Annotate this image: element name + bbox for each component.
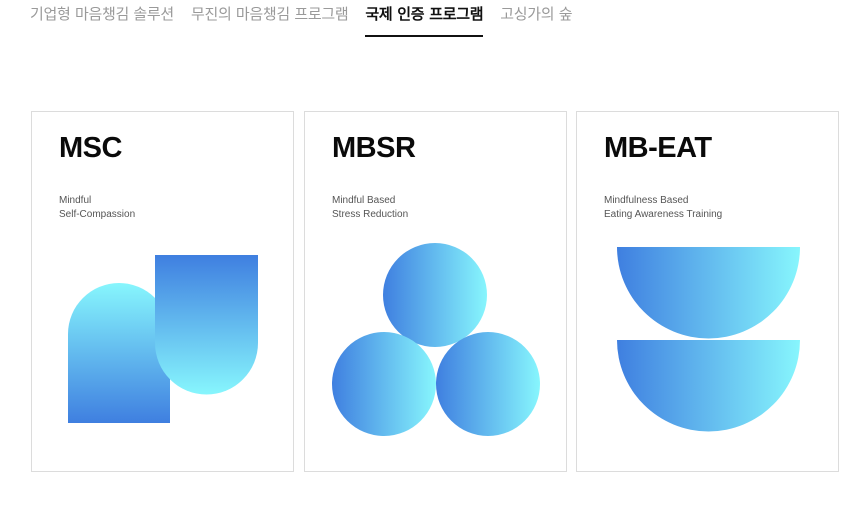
circle-top [383, 243, 487, 347]
arch-shape [68, 283, 170, 423]
door-shape [155, 255, 258, 395]
tab-mujin-program[interactable]: 무진의 마음챙김 프로그램 [191, 0, 349, 28]
bowl-top [617, 247, 800, 339]
tab-gosinga-forest[interactable]: 고싱가의 숲 [500, 0, 572, 28]
bowl-bottom [617, 340, 800, 432]
tab-international-certification[interactable]: 국제 인증 프로그램 [365, 0, 484, 37]
circle-bottom-right [436, 332, 540, 436]
msc-illustration [68, 255, 258, 423]
circle-bottom-left [332, 332, 436, 436]
program-card-mb-eat[interactable]: MB-EAT Mindfulness Based Eating Awarenes… [576, 111, 839, 472]
mb-eat-illustration [617, 247, 800, 432]
tab-corporate-mindfulness[interactable]: 기업형 마음챙김 솔루션 [30, 0, 174, 28]
program-tabs: 기업형 마음챙김 솔루션 무진의 마음챙김 프로그램 국제 인증 프로그램 고싱… [30, 0, 589, 38]
program-card-msc[interactable]: MSC Mindful Self-Compassion [31, 111, 294, 472]
program-card-mbsr[interactable]: MBSR Mindful Based Stress Reduction [304, 111, 567, 472]
mbsr-illustration [332, 243, 540, 436]
